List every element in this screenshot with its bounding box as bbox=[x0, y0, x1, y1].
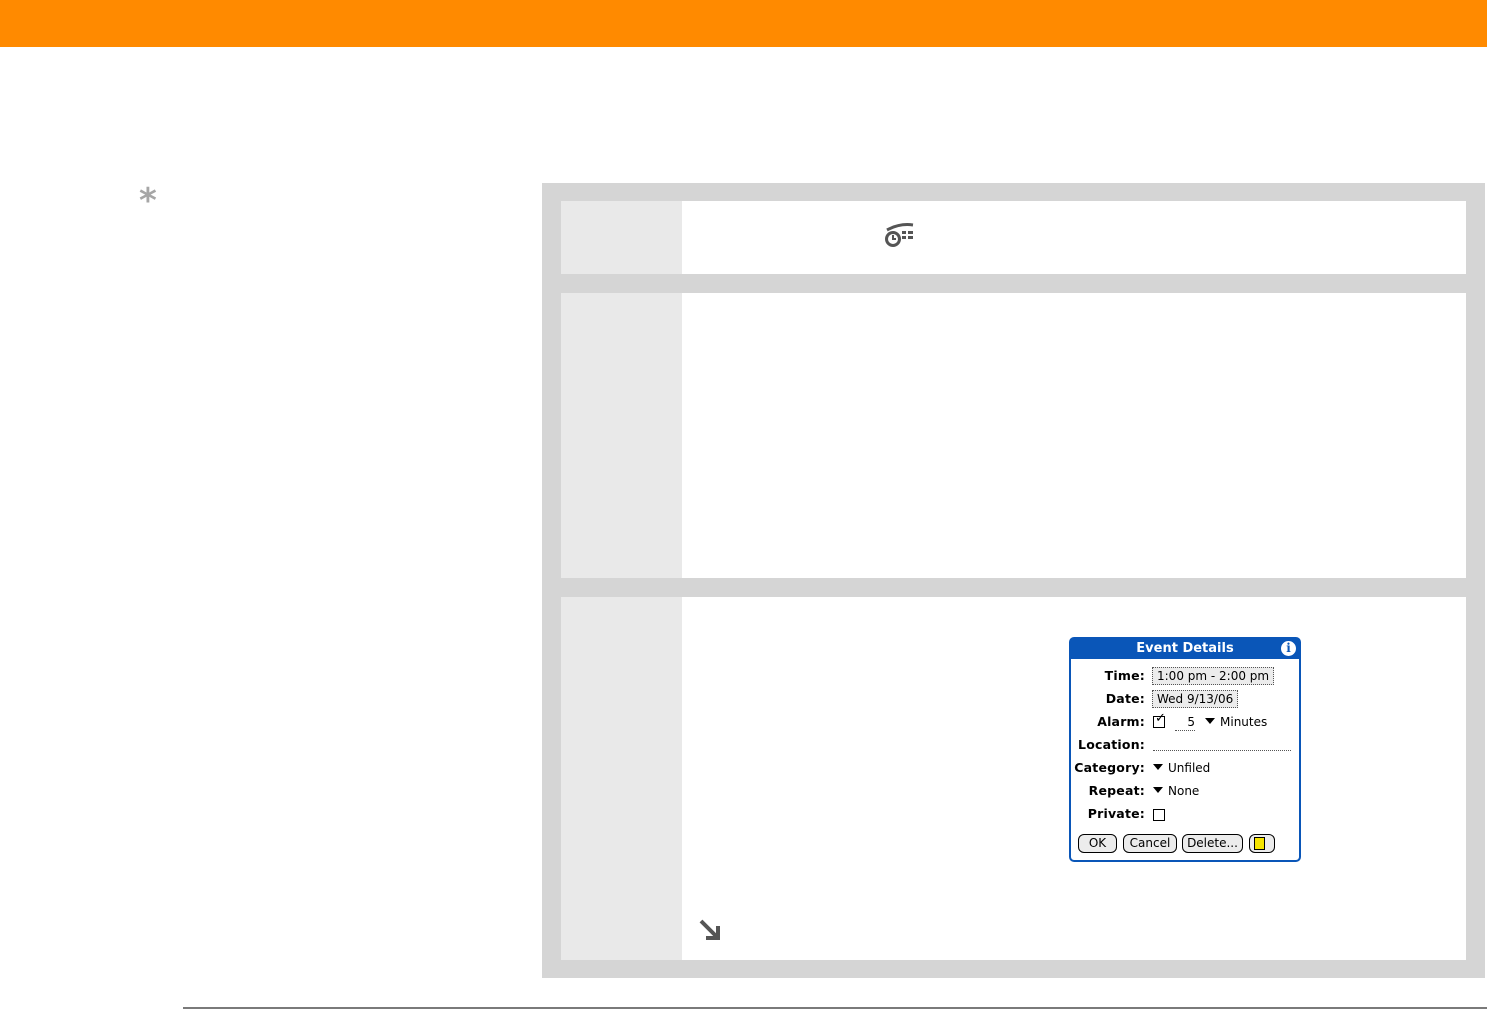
cancel-button[interactable]: Cancel bbox=[1123, 834, 1177, 853]
location-field[interactable] bbox=[1153, 750, 1291, 751]
asterisk-icon: * bbox=[139, 181, 157, 221]
alarm-clock-icon bbox=[885, 223, 914, 247]
alarm-checkbox[interactable]: ✓ bbox=[1153, 712, 1166, 728]
delete-button[interactable]: Delete... bbox=[1182, 834, 1243, 853]
step-3: Event Details i Time: 1:00 pm - 2:00 pm … bbox=[561, 597, 1466, 960]
step-number-cell bbox=[561, 201, 682, 274]
check-mark-icon: ✓ bbox=[1155, 711, 1166, 726]
time-label: Time: bbox=[1104, 668, 1145, 683]
step-number-cell bbox=[561, 597, 682, 960]
note-icon bbox=[1254, 837, 1265, 850]
step-2 bbox=[561, 293, 1466, 578]
info-icon[interactable]: i bbox=[1281, 641, 1296, 656]
private-label: Private: bbox=[1087, 806, 1145, 821]
date-field[interactable]: Wed 9/13/06 bbox=[1152, 690, 1239, 708]
dropdown-arrow-icon bbox=[1153, 787, 1163, 793]
alarm-label: Alarm: bbox=[1097, 714, 1145, 729]
step-body: Event Details i Time: 1:00 pm - 2:00 pm … bbox=[682, 597, 1466, 960]
category-value: Unfiled bbox=[1168, 761, 1211, 775]
step-body bbox=[682, 201, 1466, 274]
repeat-value: None bbox=[1168, 784, 1200, 798]
alarm-amount-field[interactable]: 5 bbox=[1175, 714, 1195, 731]
note-button[interactable] bbox=[1249, 834, 1275, 853]
date-label: Date: bbox=[1105, 691, 1145, 706]
ok-button[interactable]: OK bbox=[1078, 834, 1117, 853]
dropdown-arrow-icon bbox=[1153, 764, 1163, 770]
header-bar bbox=[0, 0, 1487, 47]
steps-panel: Event Details i Time: 1:00 pm - 2:00 pm … bbox=[542, 183, 1485, 978]
private-checkbox[interactable] bbox=[1153, 809, 1165, 821]
category-select[interactable]: Unfiled bbox=[1153, 760, 1210, 776]
time-field[interactable]: 1:00 pm - 2:00 pm bbox=[1152, 667, 1275, 685]
event-details-dialog: Event Details i Time: 1:00 pm - 2:00 pm … bbox=[1069, 637, 1301, 862]
step-body bbox=[682, 293, 1466, 578]
repeat-label: Repeat: bbox=[1088, 783, 1145, 798]
dropdown-arrow-icon bbox=[1205, 718, 1215, 724]
repeat-select[interactable]: None bbox=[1153, 783, 1199, 799]
continue-arrow-icon bbox=[699, 919, 720, 940]
dialog-title: Event Details bbox=[1071, 639, 1299, 659]
alarm-unit-select[interactable]: Minutes bbox=[1205, 714, 1267, 730]
alarm-unit-value: Minutes bbox=[1220, 715, 1268, 729]
step-number-cell bbox=[561, 293, 682, 578]
footer-rule bbox=[183, 1007, 1487, 1009]
step-1 bbox=[561, 201, 1466, 274]
category-label: Category: bbox=[1074, 760, 1145, 775]
location-label: Location: bbox=[1078, 737, 1145, 752]
